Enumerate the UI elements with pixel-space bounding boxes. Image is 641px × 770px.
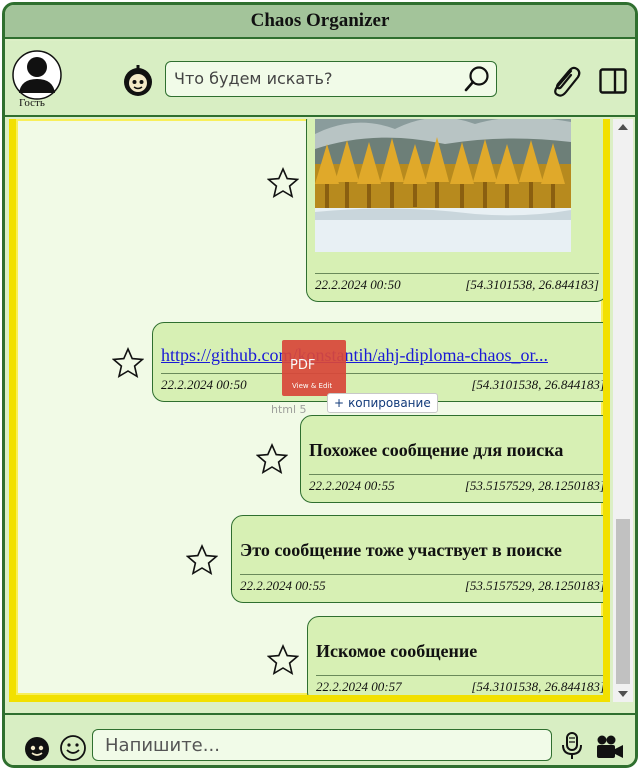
message-list[interactable]: 22.2.2024 00:50 [54.3101538, 26.844183] … [9,119,610,702]
message-text[interactable]: Это сообщение тоже участвует в поиске 22… [231,515,605,603]
message-list-scrollbar[interactable] [613,119,633,702]
user-avatar-icon[interactable] [11,49,63,101]
message-coords: [53.5157529, 28.1250183] [464,577,605,593]
sidebar-toggle-icon[interactable] [599,68,627,94]
message-date: 22.2.2024 00:57 [316,678,402,694]
scroll-down-arrow-icon[interactable] [618,691,628,697]
message-image[interactable]: 22.2.2024 00:50 [54.3101538, 26.844183] [306,119,603,302]
emoji-icon[interactable] [59,734,87,762]
app-title: Chaos Organizer [250,10,390,31]
scroll-up-arrow-icon[interactable] [618,124,628,130]
favorite-star-icon[interactable] [267,644,299,676]
favorite-star-icon[interactable] [112,347,144,379]
scrollbar-thumb[interactable] [616,519,630,684]
bot-icon[interactable] [121,64,155,98]
search-icon[interactable] [462,64,492,94]
favorite-star-icon[interactable] [267,167,299,199]
message-date: 22.2.2024 00:50 [315,276,401,292]
search-input[interactable] [166,62,456,95]
microphone-icon[interactable] [561,732,583,760]
message-date: 22.2.2024 00:55 [309,477,395,493]
dragged-file-badge: PDF View & Edit [282,340,346,396]
message-meta: 22.2.2024 00:55 [53.5157529, 28.1250183] [240,574,605,596]
message-body: Искомое сообщение [316,641,478,661]
search-box [165,61,497,97]
message-date: 22.2.2024 00:50 [161,376,247,392]
favorite-star-icon[interactable] [186,544,218,576]
dragged-file-subtitle: View & Edit [292,382,333,390]
title-bar: Chaos Organizer [5,5,635,39]
message-coords: [54.3101538, 26.844183] [465,276,599,292]
message-coords: [54.3101538, 26.844183] [471,376,605,392]
message-text[interactable]: Похожее сообщение для поиска 22.2.2024 0… [300,415,605,503]
dragged-file-type: PDF [290,358,316,373]
top-toolbar: Гость [5,41,635,117]
message-link[interactable]: https://github.com/konstantih/ahj-diplom… [152,322,605,402]
user-label: Гость [19,97,45,109]
message-meta: 22.2.2024 00:50 [54.3101538, 26.844183] [161,373,605,395]
copy-tooltip-label: копирование [348,396,431,410]
message-date: 22.2.2024 00:55 [240,577,326,593]
message-coords: [54.3101538, 26.844183] [471,678,605,694]
plus-icon: + [334,396,345,410]
composer-bar [5,713,635,765]
paperclip-icon[interactable] [547,63,583,99]
app-window: Chaos Organizer Гость Что будем искать? … [2,2,638,768]
message-link-text[interactable]: https://github.com/konstantih/ahj-diplom… [161,345,603,366]
message-meta: 22.2.2024 00:55 [53.5157529, 28.1250183] [309,474,605,496]
message-photo[interactable] [315,119,571,252]
message-text[interactable]: Искомое сообщение 22.2.2024 00:57 [54.31… [307,616,605,695]
message-coords: [53.5157529, 28.1250183] [464,477,605,493]
message-input[interactable] [92,729,552,761]
message-meta: 22.2.2024 00:57 [54.3101538, 26.844183] [316,675,605,695]
message-meta: 22.2.2024 00:50 [54.3101538, 26.844183] [315,273,599,295]
message-body: Похожее сообщение для поиска [309,440,564,460]
video-camera-icon[interactable] [595,734,625,760]
bot-icon[interactable] [23,735,51,763]
message-body: Это сообщение тоже участвует в поиске [240,540,562,560]
favorite-star-icon[interactable] [256,443,288,475]
drop-copy-tooltip: + копирование [327,393,438,413]
dragged-file-name: html 5 [271,403,307,416]
